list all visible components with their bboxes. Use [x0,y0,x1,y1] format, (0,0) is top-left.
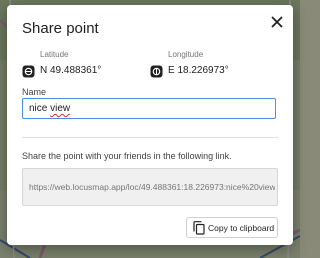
share-point-dialog: Share point Latitude N 49.488361° Longit… [7,5,293,245]
copy-button-label: Copy to clipboard [208,223,275,233]
latitude-value: N 49.488361° [40,65,102,76]
misspelled-word: view [50,103,71,114]
longitude-value: E 18.226973° [168,65,229,76]
latitude-icon [22,65,35,78]
share-description: Share the point with your friends in the… [22,151,232,161]
close-icon [271,16,283,28]
close-button[interactable] [268,13,286,31]
longitude-label: Longitude [168,50,204,59]
name-label: Name [22,87,47,97]
copy-to-clipboard-button[interactable]: Copy to clipboard [186,217,278,238]
dialog-title: Share point [22,20,99,37]
name-input-value: nice view [29,103,70,114]
longitude-icon [150,65,163,78]
share-link-field[interactable]: https://web.locusmap.app/loc/49.488361:1… [22,168,278,206]
divider [22,137,278,138]
copy-icon [193,221,205,235]
name-input[interactable]: nice view [22,98,276,119]
name-value-first: nice [29,103,51,114]
share-link-text: https://web.locusmap.app/loc/49.488361:1… [29,182,275,192]
latitude-label: Latitude [40,50,69,59]
